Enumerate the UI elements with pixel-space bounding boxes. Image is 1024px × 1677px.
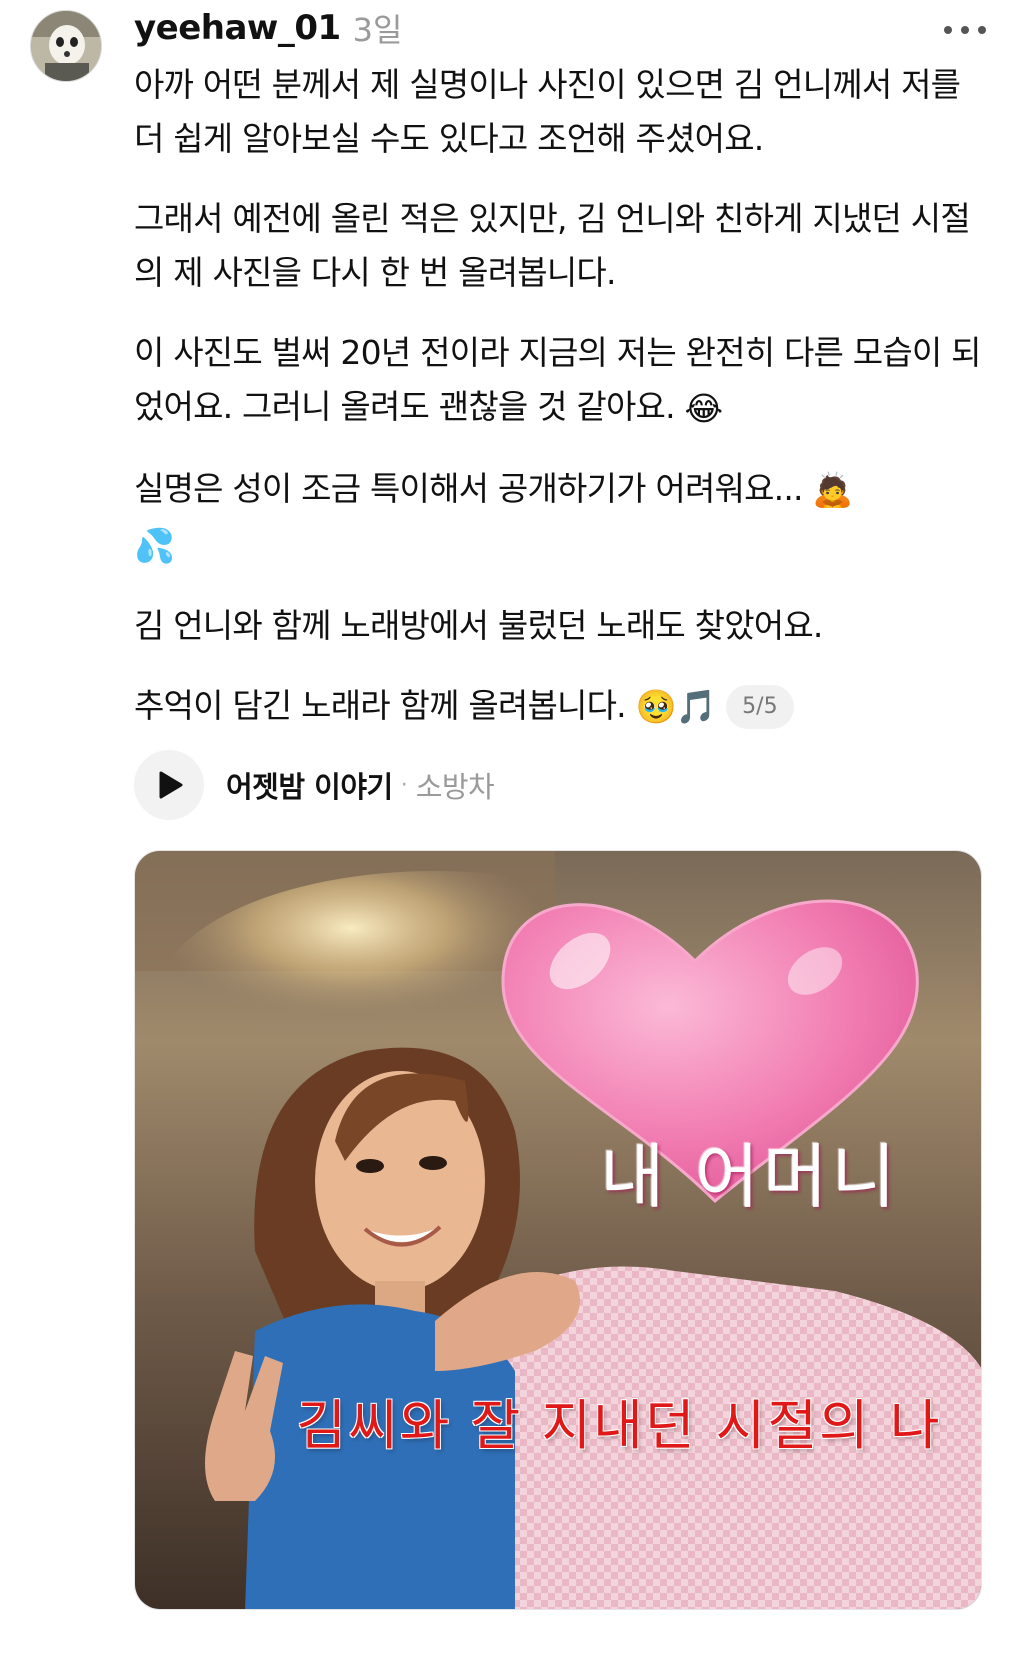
paragraph-text: 김 언니와 함께 노래방에서 불렀던 노래도 찾았어요.	[134, 605, 823, 645]
play-button[interactable]	[134, 750, 204, 820]
page-counter-badge: 5/5	[726, 685, 794, 729]
paragraph-text: 이 사진도 벌써 20년 전이라 지금의 저는 완전히 다른 모습이 되었어요.…	[134, 333, 982, 426]
post-photo[interactable]: 내 어머니 김씨와 잘 지내던 시절의 나	[134, 850, 982, 1610]
laughing-emoji-icon: 😂	[684, 388, 724, 428]
more-dot	[961, 26, 969, 34]
more-dot	[978, 26, 986, 34]
post-paragraph: 이 사진도 벌써 20년 전이라 지금의 저는 완전히 다른 모습이 되었어요.…	[134, 326, 994, 436]
more-dots-icon	[944, 26, 952, 34]
separator-dot: ·	[400, 772, 408, 798]
avatar[interactable]	[30, 10, 102, 82]
photo-caption: 김씨와 잘 지내던 시절의 나	[296, 1394, 942, 1457]
sweat-emoji-icon: 💦	[134, 525, 175, 565]
paragraph-text: 실명은 성이 조금 특이해서 공개하기가 어려워요...	[134, 468, 804, 508]
more-options-button[interactable]	[938, 18, 992, 42]
post-header: yeehaw_01 3일	[134, 4, 402, 52]
post-paragraph: 김 언니와 함께 노래방에서 불렀던 노래도 찾았어요.	[134, 599, 994, 653]
post-paragraph: 아까 어떤 분께서 제 실명이나 사진이 있으면 김 언니께서 저를 더 쉽게 …	[134, 58, 994, 166]
paragraph-text: 그래서 예전에 올린 적은 있지만, 김 언니와 친하게 지냈던 시절의 제 사…	[134, 199, 971, 292]
ghost-mask-avatar-icon	[31, 11, 101, 81]
timestamp: 3일	[352, 11, 403, 49]
heart-label: 내 어머니	[600, 1136, 900, 1218]
bowing-emoji-icon: 🙇	[812, 470, 853, 509]
music-attachment[interactable]: 어젯밤 이야기 · 소방차	[134, 750, 495, 820]
play-icon	[159, 771, 183, 799]
post-paragraph: 그래서 예전에 올린 적은 있지만, 김 언니와 친하게 지냈던 시절의 제 사…	[134, 192, 994, 300]
pleading-emoji-icon: 🥹	[635, 687, 677, 726]
post-paragraph: 추억이 담긴 노래라 함께 올려봅니다. 🥹🎵 5/5	[134, 679, 994, 735]
song-title: 어젯밤 이야기	[226, 770, 393, 804]
music-note-emoji-icon: 🎵	[675, 687, 717, 726]
post-paragraph: 실명은 성이 조금 특이해서 공개하기가 어려워요... 🙇 💦	[134, 462, 994, 573]
username[interactable]: yeehaw_01	[134, 8, 341, 48]
photo-image	[135, 851, 981, 1609]
song-artist: 소방차	[415, 770, 495, 804]
paragraph-text: 추억이 담긴 노래라 함께 올려봅니다.	[134, 685, 627, 725]
post-body: 아까 어떤 분께서 제 실명이나 사진이 있으면 김 언니께서 저를 더 쉽게 …	[134, 58, 994, 734]
paragraph-text: 아까 어떤 분께서 제 실명이나 사진이 있으면 김 언니께서 저를 더 쉽게 …	[134, 65, 961, 158]
